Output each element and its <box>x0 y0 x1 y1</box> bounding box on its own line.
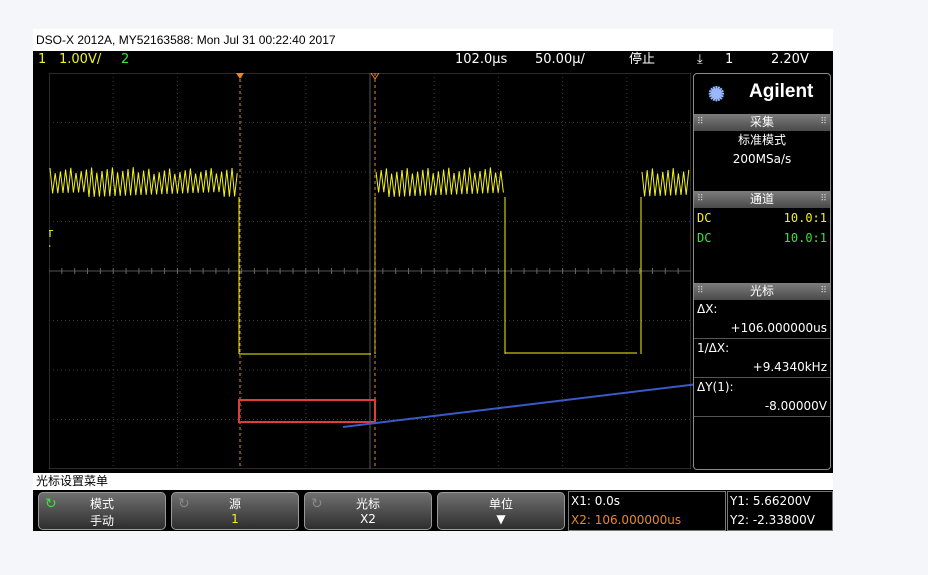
y-cursor-readout: Y1: 5.66200V Y2: -2.33800V <box>727 491 833 531</box>
delta-x-value: +106.000000us <box>694 318 830 339</box>
side-panel: ✺ Agilent 采集 标准模式 200MSa/s 通道 DC 10.0:1 … <box>693 73 831 470</box>
sample-rate: 200MSa/s <box>732 152 792 166</box>
oscilloscope-screen: DSO-X 2012A, MY52163588: Mon Jul 31 00:2… <box>33 29 833 531</box>
y2-readout: Y2: -2.33800V <box>730 513 815 527</box>
acquire-header: 采集 <box>694 114 830 131</box>
delta-y-value: -8.00000V <box>694 396 830 417</box>
delta-x-label: ΔX: <box>697 302 718 316</box>
softkey-mode[interactable]: ↻ 模式 手动 <box>38 492 166 530</box>
ch2-coupling: DC <box>697 231 712 245</box>
x-cursor-readout: X1: 0.0s X2: 106.000000us <box>568 491 726 531</box>
ch1-probe: 10.0:1 <box>783 211 827 225</box>
x2-readout: X2: 106.000000us <box>571 513 682 527</box>
cursors-header: 光标 <box>694 283 830 300</box>
softkey-units[interactable]: 单位 ▼ <box>437 492 565 530</box>
agilent-logo-icon: ✺ <box>708 84 725 106</box>
ch2-probe: 10.0:1 <box>783 231 827 245</box>
softkey-source-label: 源 <box>228 497 241 511</box>
ch2-info-row: DC 10.0:1 <box>694 228 830 248</box>
softkey-mode-value: 手动 <box>89 514 114 528</box>
acquire-mode: 标准模式 <box>737 133 786 147</box>
y1-readout: Y1: 5.66200V <box>730 494 811 508</box>
x1-readout: X1: 0.0s <box>571 494 621 508</box>
softkey-mode-label: 模式 <box>89 497 114 511</box>
softkey-units-label: 单位 <box>488 497 513 511</box>
softkey-cursor-label: 光标 <box>355 497 380 511</box>
menu-title: 光标设置菜单 <box>33 473 833 490</box>
channels-header: 通道 <box>694 191 830 208</box>
brand-name: Agilent <box>749 81 814 102</box>
brand-header: ✺ Agilent <box>694 74 830 114</box>
softkey-source[interactable]: ↻ 源 1 <box>171 492 299 530</box>
inverse-delta-x-label: 1/ΔX: <box>697 341 730 355</box>
delta-y-label: ΔY(1): <box>697 380 734 394</box>
cursor-readouts: ΔX: +106.000000us 1/ΔX: +9.4340kHz ΔY(1)… <box>694 300 830 417</box>
softkey-source-value: 1 <box>231 512 239 526</box>
softkey-cursor-value: X2 <box>360 512 376 526</box>
ch1-coupling: DC <box>697 211 712 225</box>
inverse-delta-x-value: +9.4340kHz <box>694 357 830 378</box>
submenu-arrow-icon: ▼ <box>496 512 506 526</box>
ch1-info-row: DC 10.0:1 <box>694 208 830 228</box>
softkey-cursor[interactable]: ↻ 光标 X2 <box>304 492 432 530</box>
